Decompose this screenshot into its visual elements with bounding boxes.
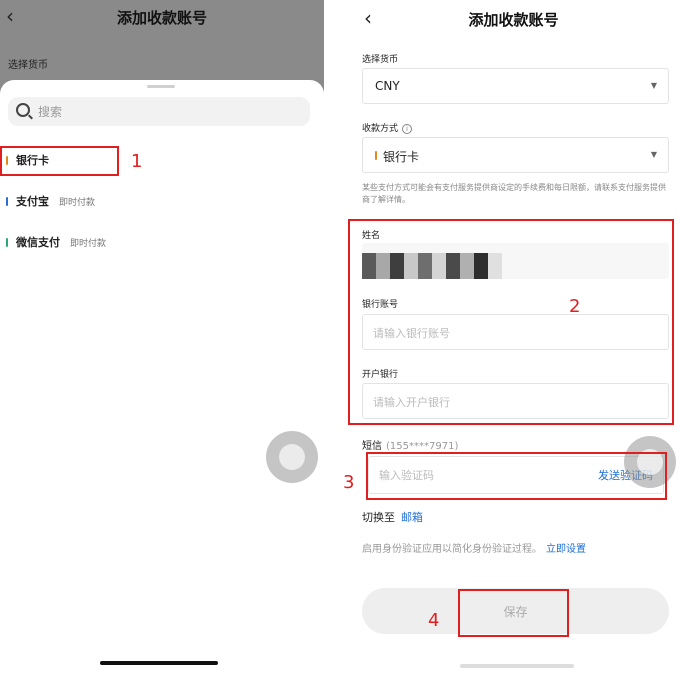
assistive-touch-button[interactable] xyxy=(266,431,318,483)
currency-select[interactable]: CNY ▼ xyxy=(362,68,669,104)
sms-label: 短信 xyxy=(362,441,382,452)
page-title: 添加收款账号 xyxy=(468,11,559,29)
switch-to-email-link[interactable]: 邮箱 xyxy=(401,511,423,524)
search-placeholder: 搜索 xyxy=(38,105,63,119)
currency-label: 选择货币 xyxy=(362,55,399,65)
method-item-wechat-pay[interactable]: 微信支付 即时付款 xyxy=(6,232,106,252)
identity-row: 启用身份验证应用以简化身份验证过程。 立即设置 xyxy=(362,540,586,555)
currency-label: 选择货币 xyxy=(8,60,48,71)
method-name: 支付宝 xyxy=(16,195,49,208)
setup-now-link[interactable]: 立即设置 xyxy=(546,544,586,555)
step-number: 1 xyxy=(131,151,143,172)
search-icon xyxy=(16,103,30,117)
currency-method-sheet-screen: ‹ 添加收款账号 选择货币 搜索 银行卡 支付宝 即时付款 微信支付 即时付款 xyxy=(0,0,324,670)
switch-row: 切换至 邮箱 xyxy=(362,509,423,525)
page-title: 添加收款账号 xyxy=(116,9,207,27)
method-select[interactable]: 银行卡 ▼ xyxy=(362,137,669,173)
step-number: 4 xyxy=(428,610,440,631)
info-icon[interactable]: i xyxy=(402,123,413,134)
method-color-bar xyxy=(375,151,377,160)
method-name: 微信支付 xyxy=(16,236,60,249)
switch-label: 切换至 xyxy=(362,511,395,524)
chevron-down-icon: ▼ xyxy=(650,81,657,90)
method-note: 即时付款 xyxy=(70,238,107,249)
fee-notice: 某些支付方式可能会有支付服务提供商设定的手续费和每日限额，请联系支付服务提供商了… xyxy=(362,183,666,204)
method-value: 银行卡 xyxy=(383,150,420,164)
method-color-bar xyxy=(6,237,8,247)
currency-value: CNY xyxy=(375,79,400,93)
highlight-save-button xyxy=(458,589,569,637)
sms-label-row: 短信 (155****7971) xyxy=(362,437,458,452)
method-note: 即时付款 xyxy=(59,197,96,208)
highlight-verification-code xyxy=(366,452,667,500)
left-header: ‹ 添加收款账号 xyxy=(0,0,324,36)
search-input[interactable]: 搜索 xyxy=(8,97,310,126)
step-number: 3 xyxy=(343,472,355,493)
sheet-handle[interactable] xyxy=(147,85,175,88)
highlight-bank-card xyxy=(0,146,119,176)
highlight-account-fields xyxy=(348,219,674,425)
method-label-row: 收款方式 i xyxy=(362,121,413,134)
method-label: 收款方式 xyxy=(362,124,399,134)
identity-text: 启用身份验证应用以简化身份验证过程。 xyxy=(362,544,542,555)
home-indicator xyxy=(460,664,574,668)
method-color-bar xyxy=(6,196,8,206)
chevron-down-icon: ▼ xyxy=(650,150,657,159)
step-number: 2 xyxy=(569,296,581,317)
sms-phone: (155****7971) xyxy=(386,441,459,452)
home-indicator xyxy=(100,661,218,665)
method-item-alipay[interactable]: 支付宝 即时付款 xyxy=(6,191,95,211)
